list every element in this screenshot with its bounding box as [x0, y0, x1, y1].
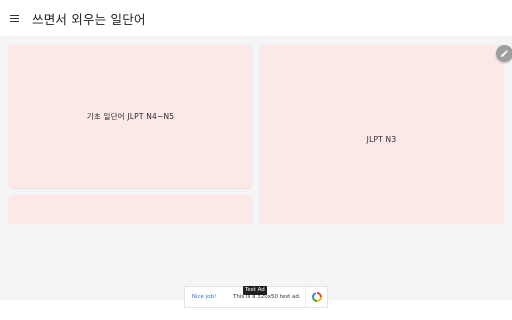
deck-card-n3[interactable]: JLPT N3: [260, 45, 503, 224]
deck-card-basic-n4-n5[interactable]: 기초 일단어 JLPT N4~N5: [9, 45, 252, 188]
deck-card-partial[interactable]: [9, 195, 252, 224]
deck-card-label: JLPT N3: [366, 134, 397, 144]
pencil-icon: [501, 50, 508, 57]
edit-button[interactable]: [496, 45, 512, 62]
deck-grid: 기초 일단어 JLPT N4~N5 JLPT N3: [0, 36, 512, 224]
ad-left-link[interactable]: Nice job!: [185, 287, 223, 307]
menu-button[interactable]: [0, 0, 28, 36]
deck-card-label: 기초 일단어 JLPT N4~N5: [86, 112, 175, 121]
admob-logo-icon: [311, 292, 322, 302]
test-ad-badge: Test Ad: [243, 286, 267, 295]
app-bar: 쓰면서 외우는 일단어: [0, 0, 512, 36]
app-title: 쓰면서 외우는 일단어: [32, 11, 146, 27]
hamburger-menu-icon: [9, 14, 19, 22]
ad-logo[interactable]: [305, 287, 327, 307]
